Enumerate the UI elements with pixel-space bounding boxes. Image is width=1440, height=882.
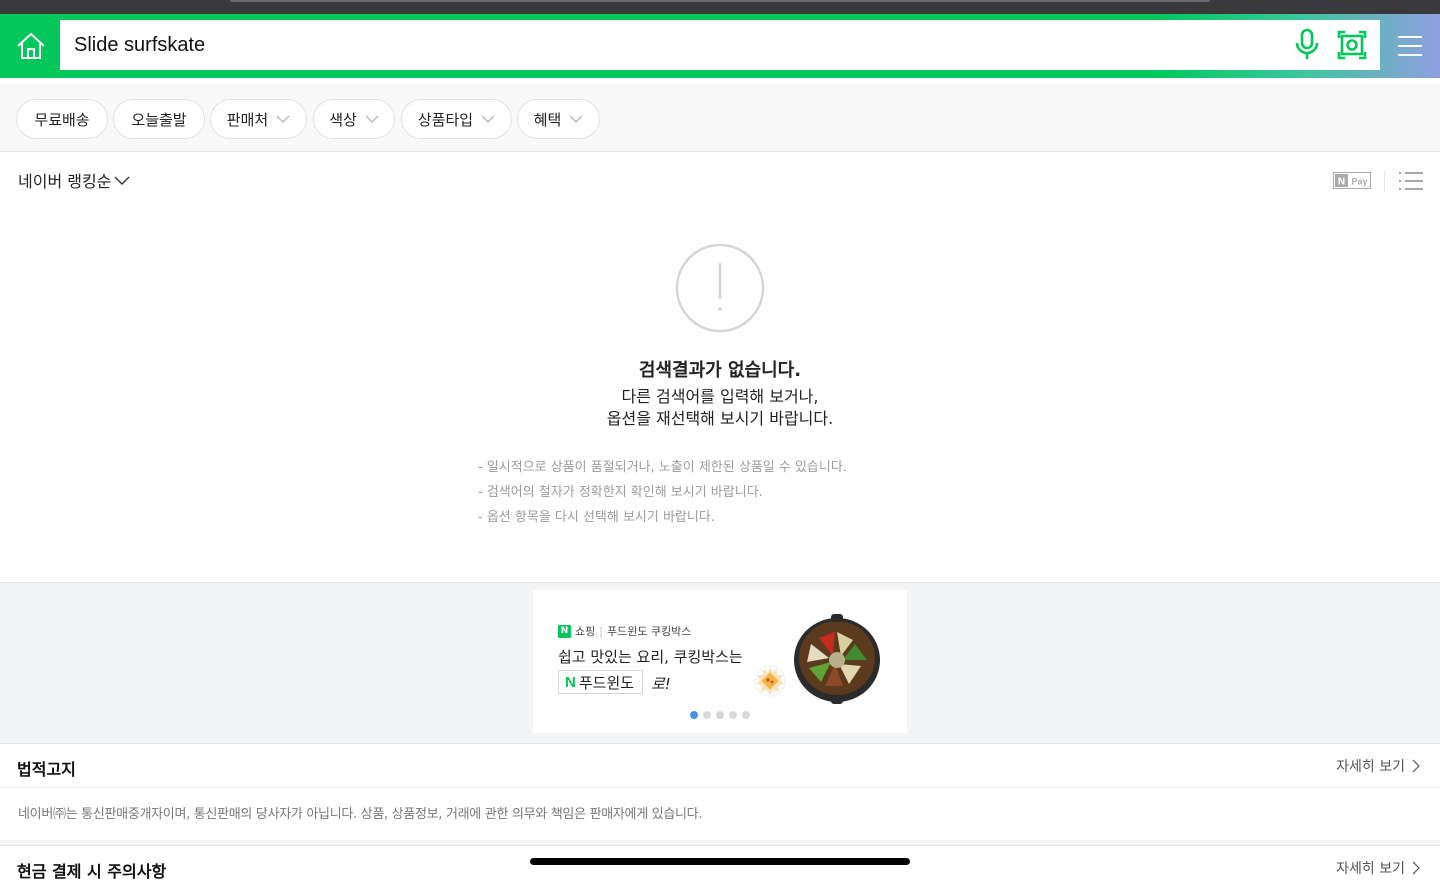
carousel-dots xyxy=(690,711,750,719)
home-icon xyxy=(17,32,45,59)
cash-more-label: 자세히 보기 xyxy=(1336,861,1405,877)
microphone-icon xyxy=(1295,28,1319,59)
warning-icon xyxy=(675,243,765,333)
list-view-icon xyxy=(1399,172,1423,190)
tip-item: 옵션 항목을 다시 선택해 보시기 바랍니다. xyxy=(478,505,978,530)
legal-notice-text: 네이버㈜는 통신판매중개자이며, 통신판매의 당사자가 아닙니다. 상품, 상품… xyxy=(18,807,703,822)
cash-more-link[interactable]: 자세히 보기 xyxy=(1336,858,1422,878)
cash-notice-title: 현금 결제 시 주의사항 xyxy=(17,862,167,881)
filter-chip-label: 판매처 xyxy=(226,110,269,129)
image-search-button[interactable] xyxy=(1336,29,1368,61)
filter-chip-label: 상품타입 xyxy=(417,110,474,129)
banner-headline: 쉽고 맛있는 요리, 쿠킹박스는 xyxy=(558,648,743,666)
carousel-dot[interactable] xyxy=(729,711,737,719)
chevron-right-icon xyxy=(1412,759,1420,773)
filter-bar: 무료배송 오늘출발 판매처 색상 상품타입 혜택 xyxy=(0,84,1440,152)
chevron-down-icon xyxy=(569,115,583,124)
chevron-down-icon xyxy=(276,115,290,124)
filter-chip-today-dispatch[interactable]: 오늘출발 xyxy=(113,99,205,139)
foodwindow-label: 푸드윈도 xyxy=(578,673,635,692)
naver-logo-icon: N xyxy=(558,624,571,638)
legal-more-link[interactable]: 자세히 보기 xyxy=(1336,756,1422,776)
menu-button[interactable] xyxy=(1390,32,1430,62)
address-bar-edge xyxy=(230,0,1210,2)
filter-chip-benefit[interactable]: 혜택 xyxy=(517,99,600,139)
sort-label: 네이버 랭킹순 xyxy=(18,172,112,191)
browser-top-strip xyxy=(0,0,1440,14)
filter-chip-label: 무료배송 xyxy=(34,110,90,129)
svg-text:N: N xyxy=(1338,177,1345,188)
chevron-down-icon xyxy=(365,115,379,124)
empty-desc-line: 옵션을 재선택해 보시기 바랍니다. xyxy=(606,409,834,428)
carousel-dot[interactable] xyxy=(742,711,750,719)
hamburger-icon xyxy=(1398,36,1422,56)
search-input[interactable] xyxy=(74,20,1254,70)
brand-separator: | xyxy=(599,624,603,638)
tip-item: 일시적으로 상품이 품절되거나, 노출이 제한된 상품일 수 있습니다. xyxy=(478,455,978,480)
npay-icon: N Pay xyxy=(1333,172,1371,189)
sort-bar: 네이버 랭킹순 N Pay xyxy=(0,152,1440,208)
banner-suffix: 로! xyxy=(651,675,671,693)
chevron-right-icon xyxy=(1412,861,1420,875)
legal-notice-header: 법적고지 자세히 보기 xyxy=(0,743,1440,788)
filter-chip-free-shipping[interactable]: 무료배송 xyxy=(16,99,108,139)
npay-label: Pay xyxy=(1351,177,1367,187)
sort-divider xyxy=(1384,170,1385,192)
search-header xyxy=(0,14,1440,78)
filter-chip-product-type[interactable]: 상품타입 xyxy=(401,99,512,139)
legal-more-label: 자세히 보기 xyxy=(1336,759,1405,775)
home-button[interactable] xyxy=(0,14,62,78)
chevron-down-icon xyxy=(481,115,495,124)
legal-notice-body: 네이버㈜는 통신판매중개자이며, 통신판매의 당사자가 아닙니다. 상품, 상품… xyxy=(0,788,1440,840)
home-indicator[interactable] xyxy=(530,858,910,865)
carousel-dot[interactable] xyxy=(703,711,711,719)
search-box xyxy=(60,20,1380,70)
chevron-down-icon xyxy=(114,176,130,185)
foodwindow-badge: N 푸드윈도 xyxy=(558,670,644,694)
filter-chip-color[interactable]: 색상 xyxy=(313,99,395,139)
filter-chip-label: 색상 xyxy=(329,110,357,129)
naver-n-icon: N xyxy=(565,673,576,691)
banner-brand-row: N 쇼핑 | 푸드윈도 쿠킹박스 xyxy=(558,623,691,639)
empty-result-title: 검색결과가 없습니다. xyxy=(638,360,802,381)
list-view-button[interactable] xyxy=(1398,170,1424,192)
filter-chip-seller[interactable]: 판매처 xyxy=(210,99,307,139)
empty-result-description: 다른 검색어를 입력해 보거나, 옵션을 재선택해 보시기 바랍니다. xyxy=(420,386,1020,430)
banner-brand: 쇼핑 xyxy=(575,625,596,638)
tip-item: 검색어의 철자가 정확한지 확인해 보시기 바랍니다. xyxy=(478,480,978,505)
promo-banner[interactable]: N 쇼핑 | 푸드윈도 쿠킹박스 쉽고 맛있는 요리, 쿠킹박스는 N 푸드윈도 … xyxy=(533,590,907,733)
lens-icon xyxy=(1337,30,1367,60)
voice-search-button[interactable] xyxy=(1292,28,1322,62)
filter-chip-label: 혜택 xyxy=(533,110,562,129)
npay-filter-toggle[interactable]: N Pay xyxy=(1333,172,1371,189)
carousel-dot[interactable] xyxy=(690,711,698,719)
filter-chip-label: 오늘출발 xyxy=(131,110,187,129)
empty-desc-line: 다른 검색어를 입력해 보거나, xyxy=(621,387,819,406)
sort-dropdown[interactable]: 네이버 랭킹순 xyxy=(18,168,130,192)
hotpot-image xyxy=(791,608,883,706)
empty-result-tips: 일시적으로 상품이 품절되거나, 노출이 제한된 상품일 수 있습니다. 검색어… xyxy=(478,455,978,530)
cracker-image xyxy=(753,664,787,698)
banner-sub-brand: 푸드윈도 쿠킹박스 xyxy=(606,625,692,638)
carousel-dot[interactable] xyxy=(716,711,724,719)
legal-notice-title: 법적고지 xyxy=(17,760,76,779)
